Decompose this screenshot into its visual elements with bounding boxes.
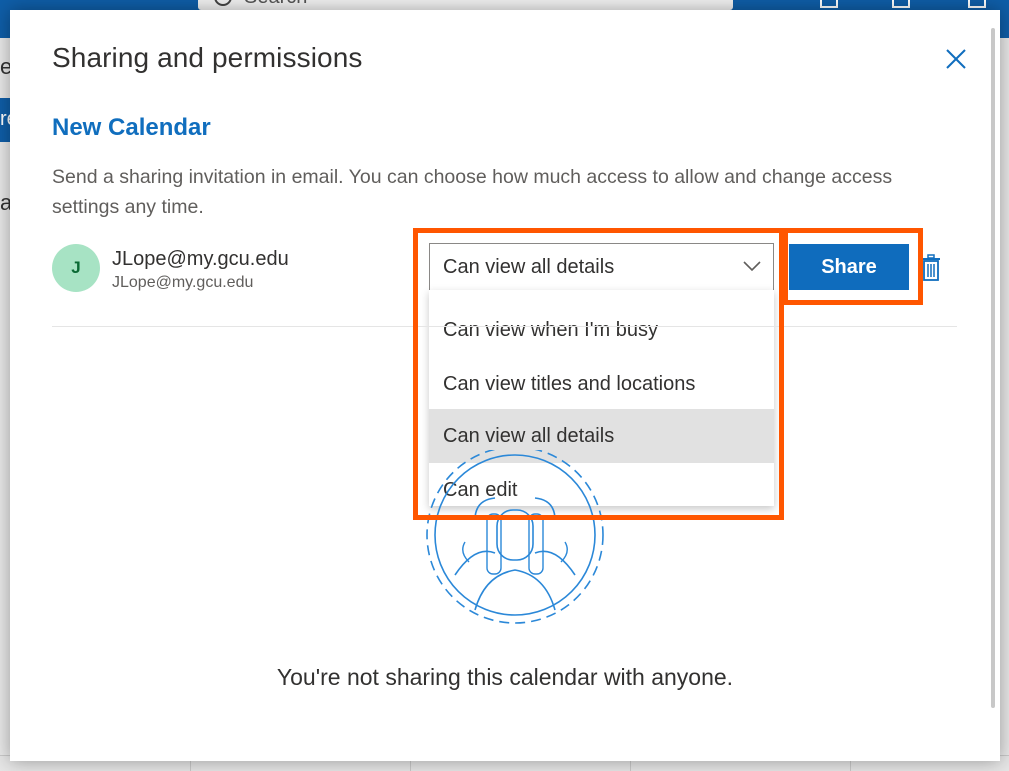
app-icon <box>820 0 838 8</box>
left-pane: e re ay <box>0 38 23 771</box>
close-icon <box>946 49 966 69</box>
todo-icon <box>968 0 986 8</box>
description-text: Send a sharing invitation in email. You … <box>52 166 893 218</box>
avatar: J <box>52 244 100 292</box>
search-box[interactable]: Search <box>198 0 733 10</box>
person-name: JLope@my.gcu.edu <box>112 248 289 270</box>
calendar-name: New Calendar <box>52 114 211 141</box>
sharing-dialog: Sharing and permissions New Calendar Sen… <box>10 10 1000 761</box>
dialog-title: Sharing and permissions <box>52 42 363 73</box>
right-pane <box>1000 38 1009 771</box>
share-button[interactable]: Share <box>789 244 909 290</box>
person-email: JLope@my.gcu.edu <box>112 274 254 291</box>
people-illustration <box>426 450 604 624</box>
divider <box>52 326 957 327</box>
dialog-scrollbar[interactable] <box>991 28 995 708</box>
close-button[interactable] <box>943 46 969 72</box>
search-placeholder: Search <box>244 0 307 9</box>
trash-icon[interactable] <box>920 254 942 282</box>
onenote-icon <box>892 0 910 8</box>
permission-option-titles-locations[interactable]: Can view titles and locations <box>429 357 774 411</box>
permission-selected-value: Can view all details <box>443 256 615 278</box>
empty-state-message: You're not sharing this calendar with an… <box>276 664 734 690</box>
header-icons <box>810 0 1009 10</box>
permission-dropdown[interactable]: Can view all details <box>429 243 774 291</box>
chevron-down-icon <box>743 261 761 272</box>
permission-option-busy[interactable]: Can view when I'm busy <box>429 303 774 357</box>
search-icon <box>214 0 232 6</box>
new-event-button: re <box>0 98 18 142</box>
avatar-initial: J <box>71 258 81 277</box>
